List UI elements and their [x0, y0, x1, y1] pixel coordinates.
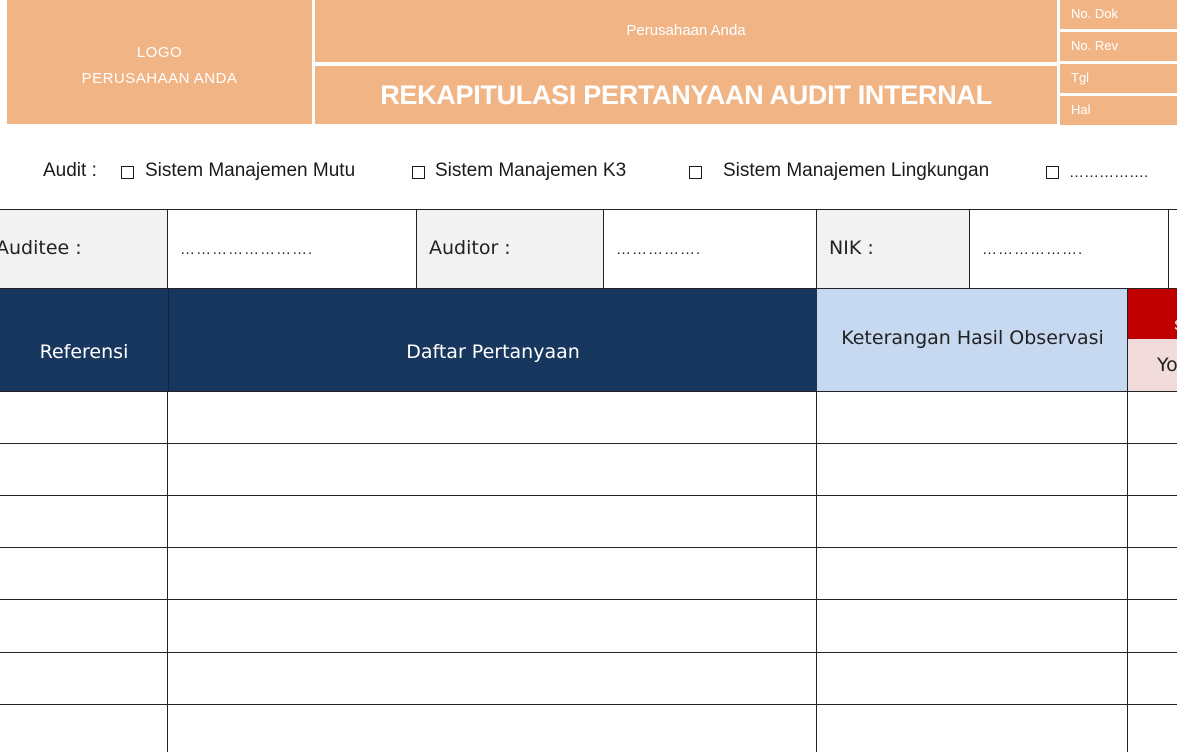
auditee-value-cell[interactable]: ……………………. — [168, 210, 417, 288]
nik-label-cell: NIK : — [817, 210, 970, 288]
table-row-divider — [0, 391, 1177, 392]
logo-placeholder: LOGO PERUSAHAAN ANDA — [7, 0, 312, 124]
audit-label: Audit : — [43, 160, 97, 181]
document-title-cell: REKAPITULASI PERTANYAAN AUDIT INTERNAL — [315, 66, 1057, 124]
meta-label: Tgl — [1071, 70, 1090, 85]
meta-tgl: Tgl — [1060, 64, 1177, 93]
auditor-label-cell: Auditor : — [417, 210, 604, 288]
column-header-status-partial: S — [1128, 289, 1177, 339]
auditee-auditor-row: Auditee : ……………………. Auditor : ……………. NIK… — [0, 209, 1177, 289]
document-title: REKAPITULASI PERTANYAAN AUDIT INTERNAL — [380, 80, 992, 110]
nik-label: NIK : — [829, 237, 874, 259]
auditor-value: ……………. — [616, 241, 702, 258]
table-row-divider — [0, 547, 1177, 548]
checkbox-k3[interactable] — [412, 166, 425, 179]
logo-line-2: PERUSAHAAN ANDA — [81, 70, 238, 87]
column-sublabel-partial: Yo — [1157, 354, 1177, 376]
meta-no-rev: No. Rev — [1060, 32, 1177, 61]
option-mutu-label: Sistem Manajemen Mutu — [145, 160, 356, 181]
table-row-divider — [0, 704, 1177, 705]
auditee-label-cell: Auditee : — [0, 210, 168, 288]
table-row-divider — [0, 495, 1177, 496]
logo-line-1: LOGO — [136, 44, 183, 61]
company-name: Perusahaan Anda — [626, 22, 746, 39]
audit-type-line: Audit : Sistem Manajemen Mutu Sistem Man… — [0, 160, 1177, 186]
column-label: Referensi — [39, 341, 129, 363]
table-row-divider — [0, 652, 1177, 653]
meta-label: No. Dok — [1071, 6, 1118, 21]
table-column-divider — [816, 391, 817, 752]
nik-value-cell[interactable]: ………………. — [970, 210, 1169, 288]
column-label: Daftar Pertanyaan — [406, 341, 580, 363]
table-column-divider — [167, 391, 168, 752]
meta-hal: Hal — [1060, 96, 1177, 125]
table-column-divider — [1127, 289, 1128, 752]
checkbox-lingkungan[interactable] — [689, 166, 702, 179]
nik-value: ………………. — [982, 241, 1084, 258]
column-header-keterangan: Keterangan Hasil Observasi — [817, 289, 1128, 392]
auditee-label: Auditee : — [0, 237, 82, 259]
column-subheader-partial: Yo — [1128, 339, 1177, 392]
checkbox-mutu[interactable] — [121, 166, 134, 179]
meta-label: Hal — [1071, 102, 1091, 117]
table-row-divider — [0, 443, 1177, 444]
column-label: Keterangan Hasil Observasi — [841, 327, 1104, 349]
auditor-label: Auditor : — [429, 237, 511, 259]
meta-no-dok: No. Dok — [1060, 0, 1177, 29]
option-k3-label: Sistem Manajemen K3 — [435, 160, 627, 181]
auditor-value-cell[interactable]: ……………. — [604, 210, 817, 288]
option-other-dots: ……………. — [1069, 164, 1149, 181]
meta-label: No. Rev — [1071, 38, 1118, 53]
checkbox-other[interactable] — [1046, 166, 1059, 179]
company-name-cell: Perusahaan Anda — [315, 0, 1057, 62]
option-lingkungan-label: Sistem Manajemen Lingkungan — [723, 160, 990, 181]
column-header-daftar-pertanyaan: Daftar Pertanyaan — [168, 289, 817, 392]
table-row-divider — [0, 599, 1177, 600]
auditee-value: ……………………. — [180, 241, 314, 258]
column-header-referensi: Referensi — [0, 289, 168, 392]
